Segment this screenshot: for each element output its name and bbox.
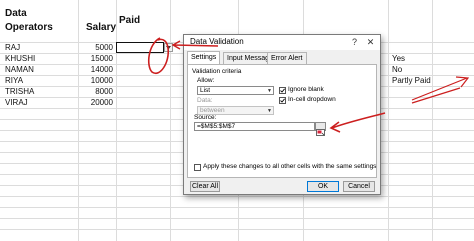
cell-salary[interactable]: 14000 xyxy=(63,65,113,75)
source-label: Source: xyxy=(194,114,217,121)
grid-line xyxy=(0,196,474,197)
cell-dropdown-button[interactable] xyxy=(164,43,173,52)
header-data-operators-line2: Operators xyxy=(5,22,53,33)
tab-settings[interactable]: Settings xyxy=(187,51,221,64)
cell-option-partly-paid[interactable]: Partly Paid xyxy=(392,76,431,86)
apply-all-checkbox[interactable] xyxy=(194,164,201,171)
cell-name[interactable]: KHUSHI xyxy=(5,54,35,64)
grid-line xyxy=(0,218,474,219)
validation-criteria-label: Validation criteria xyxy=(192,68,242,75)
grid-line xyxy=(432,0,433,241)
clear-all-button[interactable]: Clear All xyxy=(190,181,220,192)
cell-salary[interactable]: 15000 xyxy=(63,54,113,64)
grid-line xyxy=(0,207,474,208)
grid-line xyxy=(116,0,117,241)
range-collapse-button[interactable] xyxy=(315,122,326,136)
range-collapse-icon xyxy=(316,129,325,136)
header-paid: Paid xyxy=(119,15,141,26)
grid-line xyxy=(170,0,171,241)
cell-salary[interactable]: 20000 xyxy=(63,98,113,108)
allow-select-value: List xyxy=(200,87,211,94)
source-input[interactable]: =$M$5:$M$7 xyxy=(194,122,315,131)
dialog-titlebar[interactable]: Data Validation ? ✕ xyxy=(184,35,380,50)
apply-all-label: Apply these changes to all other cells w… xyxy=(203,163,377,170)
cell-name[interactable]: TRISHA xyxy=(5,87,34,97)
cell-option-yes[interactable]: Yes xyxy=(392,54,405,64)
dropdown-arrow-icon: ▼ xyxy=(267,108,272,114)
cell-salary[interactable]: 10000 xyxy=(63,76,113,86)
cancel-button[interactable]: Cancel xyxy=(343,181,375,192)
ignore-blank-checkbox[interactable] xyxy=(279,87,286,94)
data-select-value: between xyxy=(200,107,225,114)
help-button[interactable]: ? xyxy=(348,36,361,48)
cell-salary[interactable]: 5000 xyxy=(63,43,113,53)
header-salary: Salary xyxy=(86,22,117,33)
ignore-blank-label: Ignore blank xyxy=(288,86,324,93)
in-cell-dropdown-checkbox[interactable] xyxy=(279,97,286,104)
active-paid-cell[interactable] xyxy=(116,42,164,53)
cell-name[interactable]: NAMAN xyxy=(5,65,34,75)
in-cell-dropdown-label: In-cell dropdown xyxy=(288,96,336,103)
cell-salary[interactable]: 8000 xyxy=(63,87,113,97)
data-validation-dialog[interactable]: Data Validation ? ✕ Settings Input Messa… xyxy=(183,34,381,195)
dropdown-arrow-icon xyxy=(166,45,171,49)
grid-line xyxy=(388,0,389,241)
cell-name[interactable]: VIRAJ xyxy=(5,98,28,108)
cell-name[interactable]: RAJ xyxy=(5,43,20,53)
cell-name[interactable]: RIYA xyxy=(5,76,23,86)
settings-panel: Validation criteria Allow: List ▼ Data: … xyxy=(187,64,377,178)
data-label: Data: xyxy=(197,97,213,104)
close-button[interactable]: ✕ xyxy=(364,36,377,48)
grid-line xyxy=(0,229,474,230)
check-icon xyxy=(280,88,285,93)
allow-label: Allow: xyxy=(197,77,215,84)
check-icon xyxy=(280,98,285,103)
ok-button[interactable]: OK xyxy=(307,181,339,192)
allow-select[interactable]: List ▼ xyxy=(197,86,274,95)
grid-line xyxy=(78,0,79,241)
cell-option-no[interactable]: No xyxy=(392,65,402,75)
header-data-operators-line1: Data xyxy=(5,8,27,19)
dropdown-arrow-icon: ▼ xyxy=(267,88,272,94)
dialog-title: Data Validation xyxy=(190,37,244,46)
tab-error-alert[interactable]: Error Alert xyxy=(267,52,307,64)
